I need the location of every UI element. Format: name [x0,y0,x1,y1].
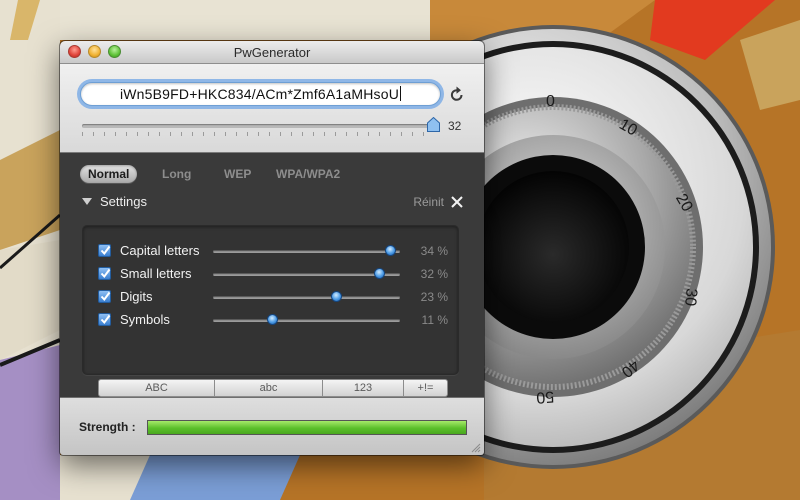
option-row-capital-letters: Capital letters 34 % [98,242,448,260]
option-row-small-letters: Small letters 32 % [98,265,448,283]
symbols-checkbox[interactable] [98,313,111,326]
length-slider-thumb[interactable] [427,117,440,132]
resize-grip-icon[interactable] [471,443,481,453]
charset-button-bar: ABC abc 123 +!= [98,379,448,397]
checkmark-icon [100,268,111,279]
capital-letters-checkbox[interactable] [98,244,111,257]
symbols-label: Symbols [120,312,170,327]
length-value: 32 [448,119,462,133]
password-panel: iWn5B9FD+HKC834/ACm*Zmf6A1aMHsoU 32 [60,64,484,153]
small-letters-label: Small letters [120,266,192,281]
reset-label[interactable]: Réinit [413,195,444,209]
preset-tabs: Normal Long WEP WPA/WPA2 [60,165,484,185]
option-row-digits: Digits 23 % [98,288,448,306]
title-bar[interactable]: PwGenerator [60,41,484,64]
checkmark-icon [100,291,111,302]
tab-wpa-wpa2[interactable]: WPA/WPA2 [268,165,348,183]
reset-close-icon[interactable] [450,195,464,209]
dial-number-50: 50 [535,387,554,405]
strength-panel: Strength : [60,397,484,455]
tab-normal[interactable]: Normal [80,165,138,183]
pwgenerator-window: PwGenerator iWn5B9FD+HKC834/ACm*Zmf6A1aM… [60,41,484,455]
symbols-percent: 11 % [421,313,448,327]
settings-header: Settings Réinit [80,194,464,212]
capital-letters-label: Capital letters [120,243,200,258]
digits-slider-thumb[interactable] [330,291,342,302]
small-letters-slider-track[interactable] [213,273,400,276]
strength-label: Strength : [79,420,136,434]
character-settings-box: Capital letters 34 % Small letters 32 % … [82,225,459,397]
password-value: iWn5B9FD+HKC834/ACm*Zmf6A1aMHsoU [119,86,400,102]
charset-lowercase-button[interactable]: abc [215,379,323,397]
refresh-icon[interactable] [450,86,464,102]
capital-letters-percent: 34 % [420,244,448,258]
checkmark-icon [100,314,111,325]
strength-meter [147,420,467,435]
digits-percent: 23 % [420,290,448,304]
capital-letters-slider-thumb[interactable] [385,245,397,256]
dial-number-30: 30 [681,288,699,307]
password-field[interactable]: iWn5B9FD+HKC834/ACm*Zmf6A1aMHsoU [80,82,441,106]
symbols-slider-thumb[interactable] [267,314,279,325]
window-title: PwGenerator [233,45,311,60]
capital-letters-slider-track[interactable] [213,250,400,253]
text-caret [400,86,402,101]
disclosure-triangle-icon[interactable] [82,198,92,205]
length-slider-track[interactable] [82,124,434,128]
digits-slider-track[interactable] [213,296,400,299]
digits-checkbox[interactable] [98,290,111,303]
option-row-symbols: Symbols 11 % [98,311,448,329]
tab-wep[interactable]: WEP [216,165,259,183]
tab-long[interactable]: Long [154,165,199,183]
length-slider-ticks [82,132,434,136]
checkmark-icon [100,245,111,256]
small-letters-percent: 32 % [420,267,448,281]
strength-meter-fill [148,421,466,434]
charset-uppercase-button[interactable]: ABC [98,379,215,397]
digits-label: Digits [120,289,153,304]
dial-number-0: 0 [546,93,555,110]
symbols-slider-track[interactable] [213,319,400,322]
settings-label[interactable]: Settings [100,194,147,209]
charset-digits-button[interactable]: 123 [323,379,404,397]
small-letters-slider-thumb[interactable] [373,268,385,279]
charset-symbols-button[interactable]: +!= [404,379,448,397]
small-letters-checkbox[interactable] [98,267,111,280]
